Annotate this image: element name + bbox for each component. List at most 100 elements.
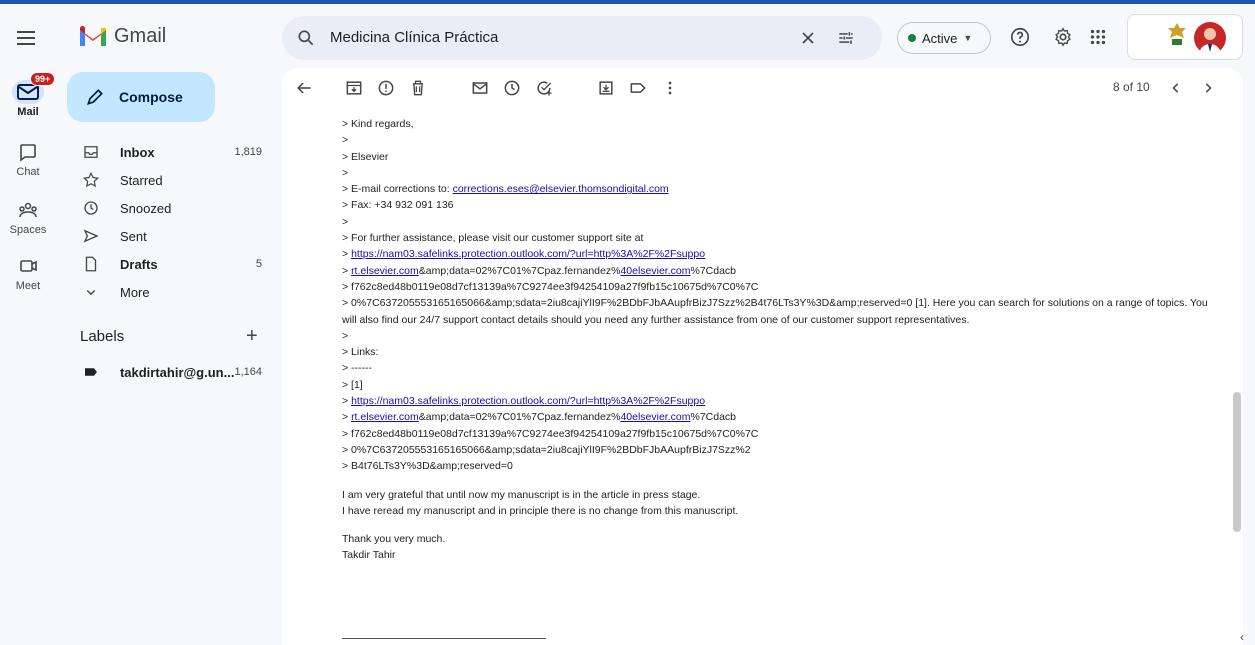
quoted-line: > Links:: [342, 346, 379, 359]
search-icon[interactable]: [296, 28, 316, 48]
status-label: Active: [922, 30, 958, 46]
body-paragraph: I have reread my manuscript and in princ…: [342, 504, 739, 517]
rail-meet-label: Meet: [15, 280, 41, 292]
quoted-line: > Elsevier: [342, 150, 389, 163]
scrollbar-thumb[interactable]: [1233, 392, 1241, 532]
support-link[interactable]: https://nam03.safelinks.protection.outlo…: [351, 248, 705, 260]
chat-icon: [12, 140, 44, 164]
chevron-right-icon[interactable]: [1198, 78, 1218, 98]
domain-link[interactable]: rt.elsevier.com: [351, 411, 419, 423]
domain-link[interactable]: 40elsevier.com: [620, 265, 690, 277]
caret-down-icon: ▼: [963, 33, 973, 43]
quoted-line: >: [342, 166, 349, 179]
add-task-icon[interactable]: [534, 78, 554, 98]
quoted-line: > Kind regards,: [342, 118, 414, 130]
domain-link[interactable]: 40elsevier.com: [620, 411, 690, 423]
support-link[interactable]: https://nam03.safelinks.protection.outlo…: [351, 395, 705, 407]
more-vert-icon[interactable]: [660, 78, 680, 98]
quoted-line: > f762c8ed48b0119e08d7cf13139a%7C9274ee3…: [342, 427, 759, 440]
quoted-line: > [1]: [342, 378, 363, 391]
signature-name: Takdir Tahir: [342, 549, 396, 562]
gmail-logo[interactable]: Gmail: [78, 24, 166, 48]
draft-icon: [85, 256, 97, 272]
nav-item-drafts[interactable]: Drafts 5: [72, 250, 282, 278]
label-tag-icon: [84, 368, 97, 376]
rail-meet[interactable]: Meet: [0, 254, 56, 292]
quoted-line: > 0%7C637205553165165066&amp;sdata=2iu8c…: [342, 443, 751, 456]
nav-label: More: [120, 284, 150, 300]
quoted-line: > rt.elsevier.com&amp;data=02%7C01%7Cpaz…: [342, 263, 1222, 279]
inbox-icon: [84, 146, 98, 158]
rail-spaces[interactable]: Spaces: [0, 198, 56, 236]
nav-item-starred[interactable]: Starred: [72, 166, 282, 194]
pagination-text: 8 of 10: [1113, 80, 1150, 94]
move-to-icon[interactable]: [596, 78, 616, 98]
message-panel: 8 of 10 > Kind regards, > > Elsevier > >…: [282, 68, 1243, 645]
status-selector[interactable]: Active ▼: [897, 22, 991, 54]
nav-item-sent[interactable]: Sent: [72, 222, 282, 250]
filter-options-icon[interactable]: [836, 28, 856, 48]
quoted-line: >: [342, 134, 349, 147]
avatar[interactable]: [1194, 22, 1226, 54]
quoted-line: >: [342, 215, 349, 228]
body-paragraph: Thank you very much.: [342, 533, 446, 546]
quoted-line: > For further assistance, please visit o…: [342, 232, 644, 245]
compose-label: Compose: [119, 89, 183, 105]
star-icon: [82, 171, 100, 188]
add-label-button[interactable]: +: [246, 326, 258, 346]
send-icon: [83, 229, 99, 243]
status-dot: [908, 34, 916, 42]
nav-item-snoozed[interactable]: Snoozed: [72, 194, 282, 222]
university-emblem-icon: [1168, 23, 1186, 45]
app-rail: 99+ Mail Chat Spaces Meet: [0, 4, 56, 645]
quoted-line: > B4t76LTs3Y%3D&amp;reserved=0: [342, 460, 513, 473]
nav-item-inbox[interactable]: Inbox 1,819: [72, 138, 282, 166]
gmail-wordmark: Gmail: [114, 24, 167, 47]
quoted-line: > f762c8ed48b0119e08d7cf13139a%7C9274ee3…: [342, 280, 759, 293]
domain-link[interactable]: rt.elsevier.com: [351, 265, 419, 277]
back-arrow-icon[interactable]: [294, 78, 314, 98]
line-text: %7Cdacb: [690, 264, 737, 277]
trash-icon[interactable]: [408, 78, 428, 98]
mail-icon: 99+: [12, 72, 56, 104]
chevron-left-icon[interactable]: [1166, 78, 1186, 98]
archive-icon[interactable]: [344, 78, 364, 98]
rail-chat[interactable]: Chat: [0, 140, 56, 178]
quoted-line: > https://nam03.safelinks.protection.out…: [342, 393, 1222, 409]
gear-icon[interactable]: [1052, 26, 1074, 48]
help-icon[interactable]: [1009, 26, 1031, 48]
line-prefix: >: [342, 248, 352, 261]
chevron-down-icon: [86, 290, 96, 296]
nav-label: Inbox: [120, 144, 155, 160]
rail-mail-label: Mail: [17, 106, 39, 118]
line-prefix: >: [342, 411, 352, 424]
quoted-line: > E-mail corrections to: corrections.ese…: [342, 181, 1222, 197]
search-input[interactable]: Medicina Clínica Práctica: [330, 29, 498, 46]
label-icon[interactable]: [628, 78, 648, 98]
video-icon: [12, 254, 44, 278]
apps-grid-icon[interactable]: [1087, 26, 1109, 48]
compose-button[interactable]: Compose: [67, 72, 215, 122]
snooze-clock-icon[interactable]: [502, 78, 522, 98]
rail-mail[interactable]: 99+ Mail: [0, 72, 56, 118]
nav-label: Drafts: [120, 256, 158, 272]
search-bar[interactable]: Medicina Clínica Práctica: [282, 16, 882, 60]
mark-unread-icon[interactable]: [470, 78, 490, 98]
rail-spaces-label: Spaces: [9, 224, 47, 236]
side-panel-toggle-icon[interactable]: ‹: [1240, 630, 1244, 644]
label-item[interactable]: takdirtahir@g.un... 1,164: [72, 358, 282, 386]
label-count: 1,164: [234, 366, 262, 378]
line-prefix: > E-mail corrections to:: [342, 183, 453, 196]
pencil-icon: [87, 89, 103, 105]
quoted-line: > ------: [342, 362, 373, 375]
top-border: [0, 0, 1255, 4]
report-spam-icon[interactable]: [376, 78, 396, 98]
nav-count: 5: [255, 258, 262, 270]
menu-icon[interactable]: [14, 26, 38, 50]
email-link[interactable]: corrections.eses@elsevier.thomsondigital…: [453, 183, 669, 195]
nav-label: Snoozed: [120, 200, 172, 216]
close-icon[interactable]: [798, 28, 818, 48]
nav-item-more[interactable]: More: [72, 278, 282, 306]
